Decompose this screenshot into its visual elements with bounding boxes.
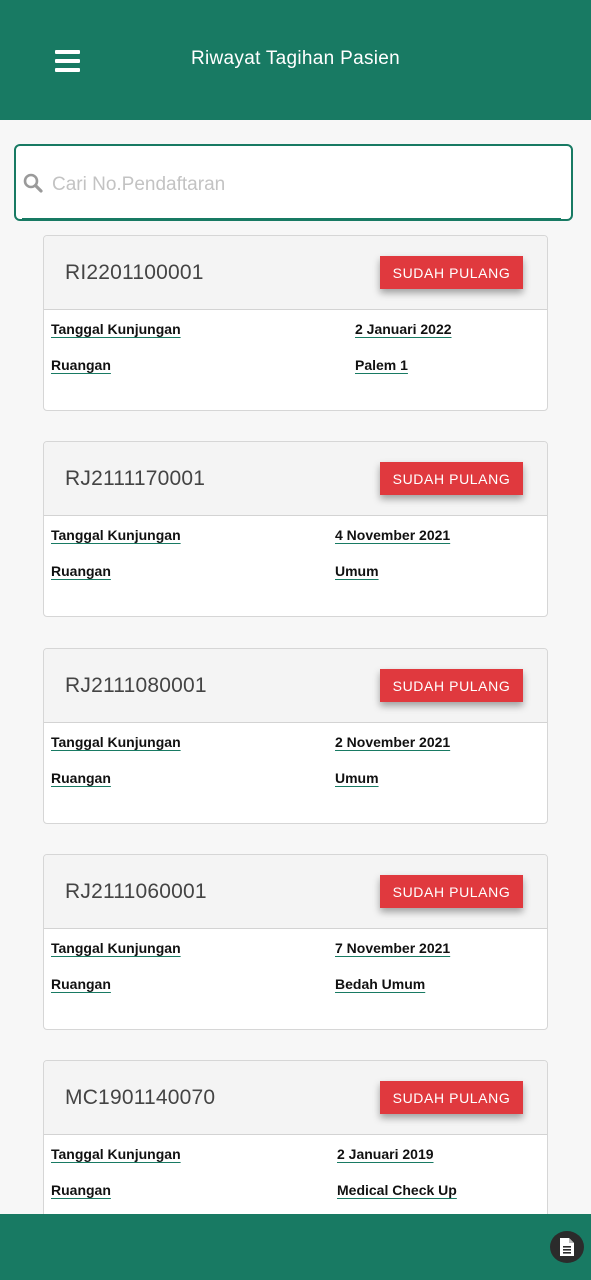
card-header: RI2201100001 SUDAH PULANG — [44, 236, 547, 310]
registration-number: MC1901140070 — [65, 1086, 216, 1109]
app-bar: Riwayat Tagihan Pasien — [0, 0, 591, 120]
page-title: Riwayat Tagihan Pasien — [190, 48, 401, 69]
document-button[interactable] — [550, 1231, 584, 1263]
room-value: Medical Check Up — [337, 1182, 457, 1198]
visit-date-value: 2 Januari 2022 — [355, 321, 452, 337]
registration-number: RI2201100001 — [65, 261, 204, 284]
room-label: Ruangan — [51, 357, 111, 373]
billing-card[interactable]: MC1901140070 SUDAH PULANG Tanggal Kunjun… — [43, 1060, 548, 1236]
visit-date-value: 4 November 2021 — [335, 527, 451, 543]
visit-date-value: 2 Januari 2019 — [337, 1146, 434, 1162]
card-header: RJ2111080001 SUDAH PULANG — [44, 649, 547, 723]
billing-card[interactable]: RJ2111170001 SUDAH PULANG Tanggal Kunjun… — [43, 441, 548, 617]
billing-card[interactable]: RI2201100001 SUDAH PULANG Tanggal Kunjun… — [43, 235, 548, 411]
visit-date-value: 2 November 2021 — [335, 734, 451, 750]
document-icon — [560, 1238, 574, 1256]
card-header: RJ2111170001 SUDAH PULANG — [44, 442, 547, 516]
room-label: Ruangan — [51, 976, 111, 992]
room-value: Umum — [335, 563, 379, 579]
status-button[interactable]: SUDAH PULANG — [380, 1081, 523, 1114]
room-value: Bedah Umum — [335, 976, 426, 992]
card-header: RJ2111060001 SUDAH PULANG — [44, 855, 547, 929]
search-underline — [22, 218, 561, 219]
search-icon — [23, 173, 43, 193]
room-label: Ruangan — [51, 1182, 111, 1198]
card-header: MC1901140070 SUDAH PULANG — [44, 1061, 547, 1135]
status-button[interactable]: SUDAH PULANG — [380, 462, 523, 495]
billing-card[interactable]: RJ2111060001 SUDAH PULANG Tanggal Kunjun… — [43, 854, 548, 1030]
room-label: Ruangan — [51, 770, 111, 786]
status-button[interactable]: SUDAH PULANG — [380, 669, 523, 702]
visit-date-label: Tanggal Kunjungan — [51, 527, 181, 543]
visit-date-label: Tanggal Kunjungan — [51, 321, 181, 337]
status-button[interactable]: SUDAH PULANG — [380, 875, 523, 908]
room-value: Umum — [335, 770, 379, 786]
registration-number: RJ2111080001 — [65, 674, 207, 697]
room-value: Palem 1 — [355, 357, 408, 373]
visit-date-label: Tanggal Kunjungan — [51, 940, 181, 956]
billing-card[interactable]: RJ2111080001 SUDAH PULANG Tanggal Kunjun… — [43, 648, 548, 824]
room-label: Ruangan — [51, 563, 111, 579]
bottom-bar — [0, 1214, 591, 1280]
status-button[interactable]: SUDAH PULANG — [380, 256, 523, 289]
search-box[interactable] — [14, 144, 573, 221]
visit-date-label: Tanggal Kunjungan — [51, 734, 181, 750]
search-input[interactable] — [50, 170, 554, 200]
visit-date-value: 7 November 2021 — [335, 940, 451, 956]
registration-number: RJ2111060001 — [65, 880, 207, 903]
registration-number: RJ2111170001 — [65, 467, 206, 490]
visit-date-label: Tanggal Kunjungan — [51, 1146, 181, 1162]
